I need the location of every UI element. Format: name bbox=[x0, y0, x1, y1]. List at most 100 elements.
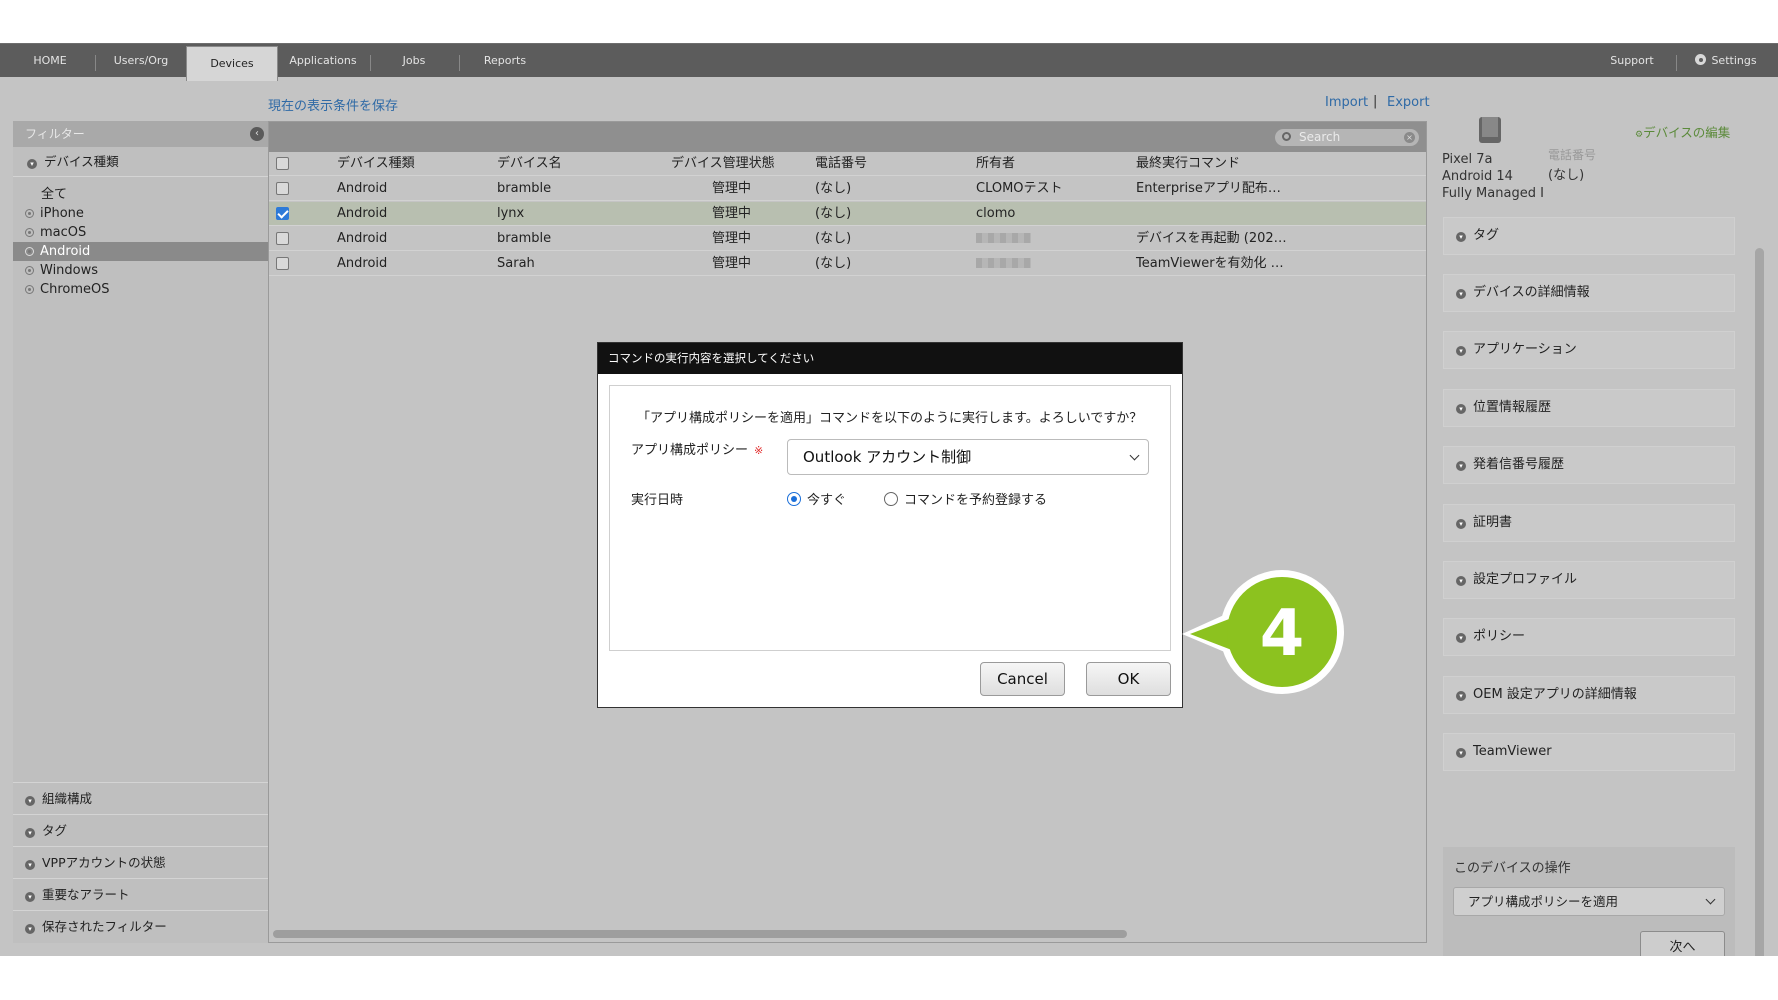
cell-phone: (なし) bbox=[815, 231, 852, 246]
export-link[interactable]: Export bbox=[1387, 95, 1430, 110]
device-type-label: Windows bbox=[40, 263, 99, 278]
table-row[interactable]: Android bramble 管理中 (なし) CLOMOテスト Enterp… bbox=[269, 177, 1426, 201]
import-link[interactable]: Import bbox=[1325, 95, 1368, 110]
device-type-label: Android bbox=[40, 244, 91, 259]
section-vpp[interactable]: ▾ VPPアカウントの状態 bbox=[13, 846, 268, 878]
detail-section-oem[interactable]: ▾ OEM 設定アプリの詳細情報 bbox=[1443, 676, 1735, 714]
detail-section-policy[interactable]: ▾ ポリシー bbox=[1443, 618, 1735, 656]
table-row[interactable]: Android Sarah 管理中 (なし) TeamViewerを有効化 … bbox=[269, 252, 1426, 276]
cell-status: 管理中 bbox=[712, 231, 752, 246]
collapse-sidebar-icon[interactable]: ‹ bbox=[250, 127, 264, 141]
table-row[interactable]: Android bramble 管理中 (なし) デバイスを再起動 (202… bbox=[269, 227, 1426, 251]
ok-button[interactable]: OK bbox=[1086, 662, 1171, 696]
row-checkbox[interactable] bbox=[276, 232, 289, 245]
col-last-command[interactable]: 最終実行コマンド bbox=[1136, 152, 1240, 176]
row-checkbox[interactable] bbox=[276, 207, 289, 220]
search-placeholder: Search bbox=[1299, 130, 1341, 144]
section-label: 証明書 bbox=[1473, 515, 1513, 530]
section-tag[interactable]: ▾ タグ bbox=[13, 814, 268, 846]
col-device-type[interactable]: デバイス種類 bbox=[337, 152, 415, 176]
detail-section-tag[interactable]: ▾ タグ bbox=[1443, 217, 1735, 255]
device-type-iphone[interactable]: iPhone bbox=[13, 204, 268, 223]
dialog-body: 「アプリ構成ポリシーを適用」コマンドを以下のように実行します。よろしいですか？ … bbox=[609, 385, 1171, 651]
gear-icon: ⚙ bbox=[1635, 130, 1644, 140]
select-all-checkbox[interactable] bbox=[276, 157, 289, 170]
tab-applications[interactable]: Applications bbox=[283, 44, 363, 78]
device-type-android[interactable]: Android bbox=[13, 242, 268, 261]
search-input[interactable]: Search × bbox=[1275, 129, 1419, 146]
cell-last-command: デバイスを再起動 (202… bbox=[1136, 231, 1287, 246]
tab-users-org[interactable]: Users/Org bbox=[101, 44, 181, 78]
section-label: TeamViewer bbox=[1473, 744, 1552, 759]
gear-icon bbox=[1695, 54, 1707, 65]
next-button[interactable]: 次へ bbox=[1640, 931, 1725, 956]
device-detail-panel: ⚙デバイスの編集 Pixel 7a Android 14 Fully Manag… bbox=[1427, 117, 1765, 956]
radio-now[interactable]: 今すぐ bbox=[787, 489, 846, 508]
cell-owner-redacted bbox=[976, 227, 1031, 251]
section-label: OEM 設定アプリの詳細情報 bbox=[1473, 687, 1637, 702]
vertical-scrollbar[interactable] bbox=[1755, 248, 1764, 956]
filter-header: フィルター ‹ bbox=[13, 121, 268, 147]
device-type-macos[interactable]: macOS bbox=[13, 223, 268, 242]
tab-jobs[interactable]: Jobs bbox=[376, 44, 452, 78]
col-owner[interactable]: 所有者 bbox=[976, 152, 1015, 176]
radio-unselected-icon bbox=[884, 492, 898, 506]
col-device-name[interactable]: デバイス名 bbox=[497, 152, 562, 176]
detail-section-call-history[interactable]: ▾ 発着信番号履歴 bbox=[1443, 446, 1735, 484]
table-row-selected[interactable]: Android lynx 管理中 (なし) clomo bbox=[269, 202, 1426, 226]
detail-section-applications[interactable]: ▾ アプリケーション bbox=[1443, 331, 1735, 369]
phone-number-value: (なし) bbox=[1548, 168, 1585, 183]
horizontal-scrollbar[interactable] bbox=[273, 930, 1127, 938]
col-status[interactable]: デバイス管理状態 bbox=[671, 152, 775, 176]
radio-icon bbox=[25, 266, 34, 275]
nav-separator bbox=[95, 55, 96, 71]
radio-schedule[interactable]: コマンドを予約登録する bbox=[884, 489, 1047, 508]
device-type-chromeos[interactable]: ChromeOS bbox=[13, 280, 268, 299]
nav-separator bbox=[459, 55, 460, 71]
section-saved-filters[interactable]: ▾ 保存されたフィルター bbox=[13, 910, 268, 942]
detail-section-profiles[interactable]: ▾ 設定プロファイル bbox=[1443, 561, 1735, 599]
operation-select[interactable]: アプリ構成ポリシーを適用 bbox=[1453, 887, 1725, 916]
clear-search-icon[interactable]: × bbox=[1404, 132, 1415, 143]
device-type-header[interactable]: ▾ デバイス種類 bbox=[13, 147, 268, 177]
device-type-title: デバイス種類 bbox=[44, 154, 119, 169]
cell-type: Android bbox=[337, 181, 388, 196]
settings-link[interactable]: Settings bbox=[1686, 44, 1766, 78]
detail-section-device-info[interactable]: ▾ デバイスの詳細情報 bbox=[1443, 274, 1735, 312]
section-label: デバイスの詳細情報 bbox=[1473, 285, 1590, 300]
cell-last-command: TeamViewerを有効化 … bbox=[1136, 256, 1284, 271]
cell-owner-redacted bbox=[976, 252, 1031, 276]
chevron-down-icon: ▾ bbox=[1456, 519, 1466, 529]
cell-phone: (なし) bbox=[815, 206, 852, 221]
search-icon bbox=[1282, 132, 1291, 141]
nav-separator bbox=[1676, 55, 1677, 71]
detail-section-certificates[interactable]: ▾ 証明書 bbox=[1443, 504, 1735, 542]
chevron-down-icon: ▾ bbox=[1456, 404, 1466, 414]
edit-device-link[interactable]: ⚙デバイスの編集 bbox=[1635, 122, 1730, 141]
detail-section-teamviewer[interactable]: ▾ TeamViewer bbox=[1443, 733, 1735, 771]
policy-select[interactable]: Outlook アカウント制御 bbox=[787, 439, 1149, 475]
section-label: 組織構成 bbox=[42, 791, 93, 806]
dialog-title: コマンドの実行内容を選択してください bbox=[598, 343, 1182, 374]
support-link[interactable]: Support bbox=[1600, 44, 1664, 78]
row-checkbox[interactable] bbox=[276, 182, 289, 195]
cancel-button[interactable]: Cancel bbox=[980, 662, 1065, 696]
operation-selected-value: アプリ構成ポリシーを適用 bbox=[1468, 894, 1619, 909]
tab-devices[interactable]: Devices bbox=[186, 46, 278, 81]
save-view-link[interactable]: 現在の表示条件を保存 bbox=[268, 95, 398, 114]
cell-name: Sarah bbox=[497, 256, 535, 271]
device-operations: このデバイスの操作 アプリ構成ポリシーを適用 次へ bbox=[1443, 847, 1735, 956]
row-checkbox[interactable] bbox=[276, 257, 289, 270]
chevron-down-icon bbox=[1705, 894, 1716, 905]
device-type-windows[interactable]: Windows bbox=[13, 261, 268, 280]
section-label: タグ bbox=[1473, 228, 1500, 243]
section-org[interactable]: ▾ 組織構成 bbox=[13, 782, 268, 814]
tab-reports[interactable]: Reports bbox=[465, 44, 545, 78]
tab-home[interactable]: HOME bbox=[14, 44, 86, 78]
section-label: 保存されたフィルター bbox=[42, 919, 167, 934]
device-type-all[interactable]: 全て bbox=[13, 185, 268, 204]
detail-section-location[interactable]: ▾ 位置情報履歴 bbox=[1443, 389, 1735, 427]
section-alerts[interactable]: ▾ 重要なアラート bbox=[13, 878, 268, 910]
phone-icon bbox=[1479, 117, 1501, 143]
col-phone[interactable]: 電話番号 bbox=[815, 152, 867, 176]
